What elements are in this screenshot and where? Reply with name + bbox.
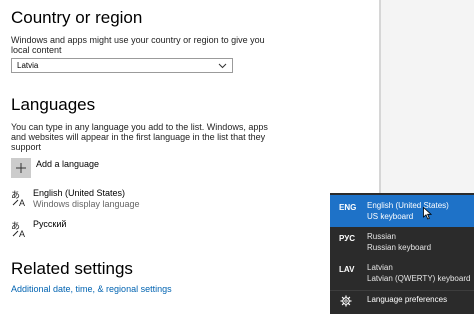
language-preferences-button[interactable]: Language preferences <box>330 291 474 314</box>
language-item-russian[interactable]: あ A Русский <box>11 219 231 243</box>
country-select-value: Latvia <box>17 61 39 70</box>
settings-panel: Country or region Windows and apps might… <box>0 0 381 314</box>
languages-description-line2: and websites will appear in the first la… <box>11 132 266 142</box>
flyout-item-name: English (United States) <box>367 201 449 210</box>
flyout-item-code: ENG <box>339 203 357 212</box>
languages-description-line3: support <box>11 142 42 152</box>
language-name: Русский <box>33 219 67 229</box>
add-language-label: Add a language <box>36 159 100 169</box>
language-sub: Windows display language <box>33 199 140 209</box>
chevron-down-icon <box>218 63 227 69</box>
flyout-item-keyboard: Latvian (QWERTY) keyboard <box>367 274 471 283</box>
languages-heading: Languages <box>11 95 96 114</box>
language-icon: あ A <box>11 190 25 207</box>
language-icon: あ A <box>11 221 25 238</box>
svg-text:A: A <box>19 229 25 238</box>
svg-text:A: A <box>19 198 25 207</box>
country-select[interactable]: Latvia <box>11 58 233 73</box>
add-language-tile <box>11 158 31 178</box>
country-heading: Country or region <box>11 8 143 27</box>
flyout-item-eng[interactable]: ENG English (United States) US keyboard <box>330 195 474 227</box>
plus-icon <box>16 163 26 173</box>
regional-settings-link[interactable]: Additional date, time, & regional settin… <box>11 284 172 294</box>
language-name: English (United States) <box>33 188 126 198</box>
flyout-item-keyboard: US keyboard <box>367 212 414 221</box>
language-item-english[interactable]: あ A English (United States) Windows disp… <box>11 188 231 212</box>
add-language-button[interactable]: Add a language <box>11 158 151 180</box>
flyout-item-keyboard: Russian keyboard <box>367 243 432 252</box>
flyout-item-name: Russian <box>367 232 396 241</box>
flyout-item-rus[interactable]: РУС Russian Russian keyboard <box>330 226 474 258</box>
flyout-item-name: Latvian <box>367 263 393 272</box>
flyout-item-lav[interactable]: LAV Latvian Latvian (QWERTY) keyboard <box>330 257 474 289</box>
input-language-flyout: ENG English (United States) US keyboard … <box>330 193 474 314</box>
related-settings-heading: Related settings <box>11 259 133 278</box>
flyout-item-code: РУС <box>339 234 355 243</box>
country-description-line2: local content <box>11 45 62 55</box>
flyout-item-code: LAV <box>339 265 355 274</box>
language-preferences-label: Language preferences <box>367 295 448 304</box>
mouse-cursor-icon <box>423 207 432 220</box>
gear-icon <box>340 295 352 307</box>
